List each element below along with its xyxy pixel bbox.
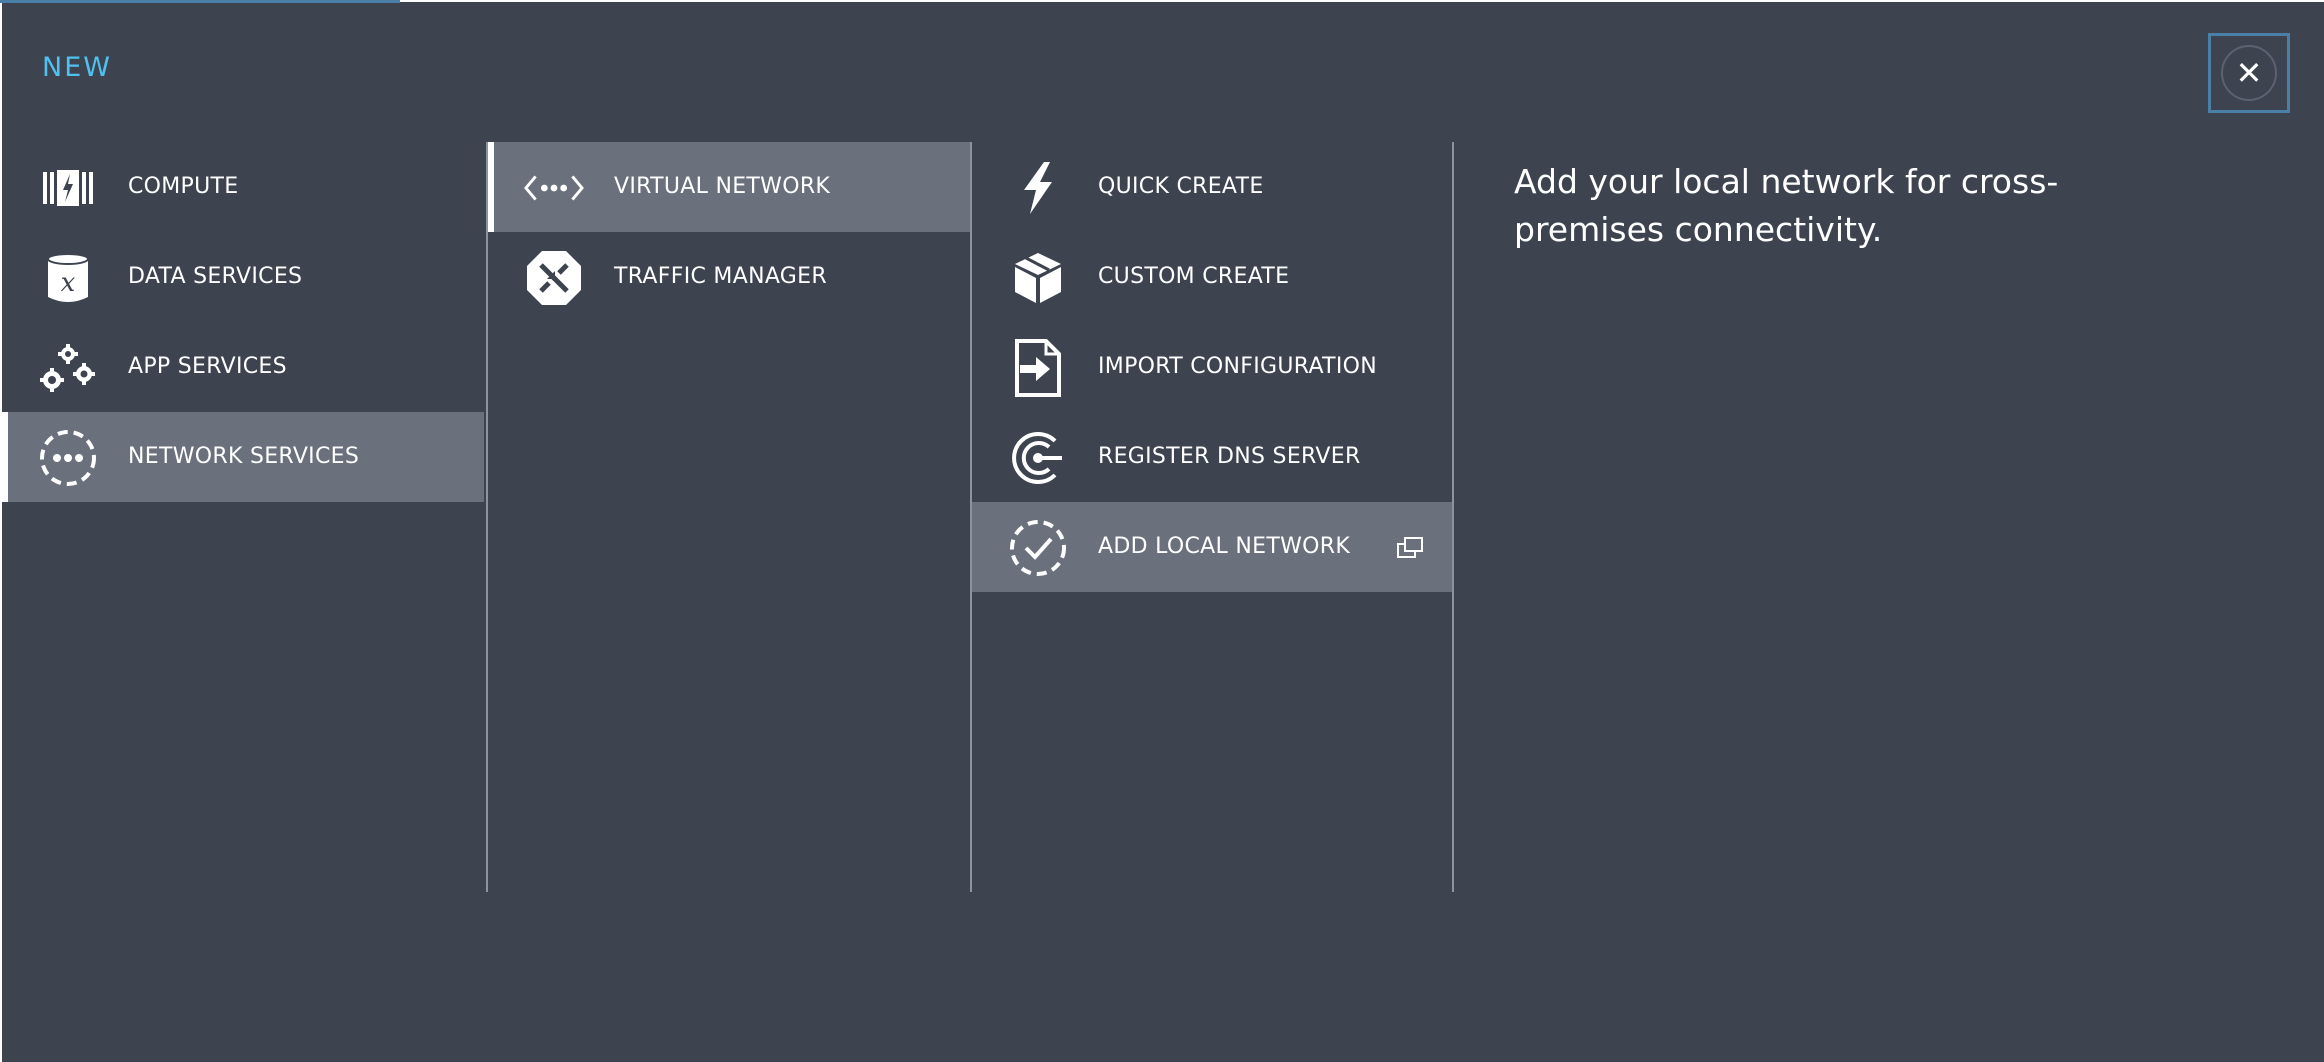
category-label: COMPUTE bbox=[128, 174, 239, 199]
category-label: APP SERVICES bbox=[128, 354, 287, 379]
action-quick-create[interactable]: QUICK CREATE bbox=[972, 142, 1454, 232]
import-file-icon bbox=[1008, 339, 1068, 397]
compute-icon bbox=[38, 162, 98, 214]
column-divider bbox=[1452, 142, 1454, 892]
top-accent-strip bbox=[0, 0, 400, 3]
action-column: QUICK CREATE CUSTOM CREATE IMPORT CONFIG… bbox=[970, 142, 1454, 892]
category-compute[interactable]: COMPUTE bbox=[2, 142, 484, 232]
service-label: VIRTUAL NETWORK bbox=[614, 174, 831, 199]
action-label: IMPORT CONFIGURATION bbox=[1098, 354, 1378, 379]
service-traffic-manager[interactable]: TRAFFIC MANAGER bbox=[488, 232, 970, 322]
action-register-dns-server[interactable]: REGISTER DNS SERVER bbox=[972, 412, 1454, 502]
action-import-configuration[interactable]: IMPORT CONFIGURATION bbox=[972, 322, 1454, 412]
category-label: DATA SERVICES bbox=[128, 264, 303, 289]
service-virtual-network[interactable]: VIRTUAL NETWORK bbox=[488, 142, 970, 232]
svg-text:x: x bbox=[61, 268, 76, 298]
action-label: CUSTOM CREATE bbox=[1098, 264, 1290, 289]
action-add-local-network[interactable]: ADD LOCAL NETWORK bbox=[972, 502, 1454, 592]
page-title: NEW bbox=[42, 52, 112, 83]
traffic-manager-icon bbox=[524, 251, 584, 305]
service-column: VIRTUAL NETWORK TRAFFIC MANAGER bbox=[486, 142, 970, 892]
gears-icon bbox=[38, 342, 98, 394]
popout-icon[interactable] bbox=[1396, 536, 1424, 560]
action-label: QUICK CREATE bbox=[1098, 174, 1264, 199]
action-custom-create[interactable]: CUSTOM CREATE bbox=[972, 232, 1454, 322]
category-app-services[interactable]: APP SERVICES bbox=[2, 322, 484, 412]
action-description: Add your local network for cross-premise… bbox=[1514, 162, 2059, 249]
action-label: REGISTER DNS SERVER bbox=[1098, 444, 1361, 469]
network-icon bbox=[38, 430, 98, 486]
database-icon: x bbox=[38, 252, 98, 304]
virtual-network-icon bbox=[524, 162, 584, 214]
dns-icon bbox=[1008, 432, 1068, 484]
box-icon bbox=[1008, 252, 1068, 304]
category-column: COMPUTE x DATA SERVICES APP SERVICES NET… bbox=[2, 142, 484, 892]
category-network-services[interactable]: NETWORK SERVICES bbox=[2, 412, 484, 502]
local-network-check-icon bbox=[1008, 520, 1068, 576]
close-button[interactable]: ✕ bbox=[2208, 33, 2290, 113]
category-label: NETWORK SERVICES bbox=[128, 444, 360, 469]
close-icon: ✕ bbox=[2221, 45, 2277, 101]
service-label: TRAFFIC MANAGER bbox=[614, 264, 827, 289]
category-data-services[interactable]: x DATA SERVICES bbox=[2, 232, 484, 322]
lightning-icon bbox=[1008, 162, 1068, 214]
action-label: ADD LOCAL NETWORK bbox=[1098, 534, 1351, 559]
